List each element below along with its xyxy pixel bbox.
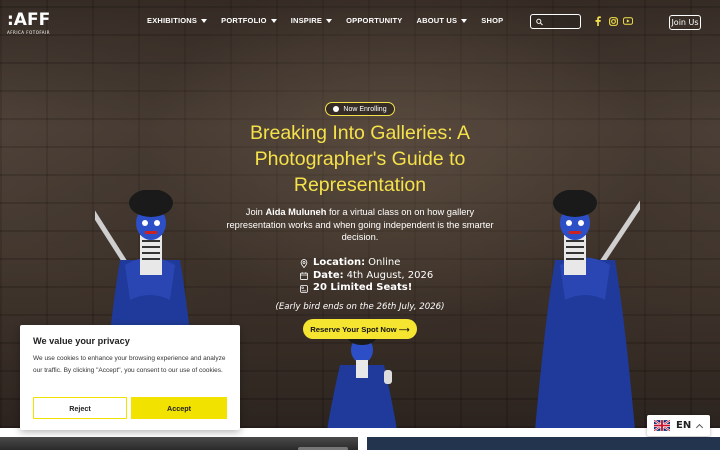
cookie-buttons: Reject Accept [33, 397, 227, 419]
detail-label: 20 Limited Seats! [313, 282, 413, 294]
hero-figure-right [535, 190, 640, 430]
logo-subtext: AFRICA FOTOFAIR [7, 30, 50, 35]
seats-icon [299, 284, 308, 293]
detail-location: Location: Online [299, 257, 433, 270]
content-card-left[interactable] [0, 437, 358, 450]
cookie-text: We use cookies to enhance your browsing … [33, 355, 226, 374]
top-navigation: :AFF AFRICA FOTOFAIR EXHIBITIONS PORTFOL… [0, 0, 720, 44]
menu-label: SHOP [481, 16, 504, 25]
site-logo[interactable]: :AFF AFRICA FOTOFAIR [7, 10, 57, 36]
facebook-icon[interactable] [592, 15, 604, 27]
detail-value: 4th August, 2026 [346, 269, 434, 281]
youtube-icon[interactable] [622, 15, 634, 27]
detail-label: Location: [313, 257, 366, 268]
menu-item-shop[interactable]: SHOP [481, 16, 503, 25]
cookie-title: We value your privacy [33, 336, 130, 346]
menu-item-exhibitions[interactable]: EXHIBITIONS [147, 16, 208, 25]
search-icon [536, 18, 543, 25]
language-code: EN [676, 420, 692, 431]
logo-text: :AFF [7, 10, 51, 30]
chevron-up-icon [696, 423, 704, 431]
cookie-consent-dialog: We value your privacy We use cookies to … [20, 325, 240, 430]
caret-down-icon [270, 18, 277, 23]
menu-label: EXHIBITIONS [147, 16, 198, 25]
instagram-icon[interactable] [607, 15, 619, 27]
badge-label: Now Enrolling [343, 105, 387, 113]
menu-label: INSPIRE [290, 16, 323, 25]
early-bird-note: (Early bird ends on the 26th July, 2026) [275, 302, 445, 312]
desc-prefix: Join [245, 207, 266, 217]
menu-item-inspire[interactable]: INSPIRE [290, 16, 333, 25]
main-menu: EXHIBITIONS PORTFOLIO INSPIRE OPPORTUNIT… [147, 16, 517, 25]
hero-description: Join Aida Muluneh for a virtual class on… [222, 206, 498, 244]
menu-item-portfolio[interactable]: PORTFOLIO [221, 16, 277, 25]
detail-label: Date: [313, 269, 344, 281]
detail-seats: 20 Limited Seats! [299, 282, 433, 295]
accept-button[interactable]: Accept [131, 397, 227, 419]
location-pin-icon [299, 259, 308, 268]
caret-down-icon [326, 18, 333, 23]
uk-flag-icon [654, 420, 670, 431]
detail-value: Online [368, 257, 401, 268]
search-input[interactable] [546, 18, 580, 25]
reject-button[interactable]: Reject [33, 397, 127, 419]
language-switcher[interactable]: EN [647, 415, 710, 436]
hero-title: Breaking Into Galleries: A Photographer'… [249, 122, 471, 196]
search-box[interactable] [530, 14, 581, 29]
menu-item-about-us[interactable]: ABOUT US [416, 16, 468, 25]
menu-item-opportunity[interactable]: OPPORTUNITY [346, 16, 402, 25]
menu-label: OPPORTUNITY [346, 16, 403, 25]
event-details: Location: Online Date: 4th August, 2026 … [299, 257, 433, 295]
content-card-right[interactable] [367, 437, 720, 450]
menu-label: PORTFOLIO [221, 16, 267, 25]
menu-label: ABOUT US [416, 16, 458, 25]
now-enrolling-badge: Now Enrolling [325, 102, 395, 116]
detail-date: Date: 4th August, 2026 [299, 270, 433, 283]
status-dot-icon [333, 106, 340, 112]
reserve-spot-button[interactable]: Reserve Your Spot Now ⟶ [303, 319, 417, 339]
join-us-button[interactable]: Join Us [669, 15, 701, 30]
caret-down-icon [201, 18, 208, 23]
caret-down-icon [461, 18, 468, 23]
instructor-name: Aida Muluneh [265, 207, 327, 217]
calendar-icon [299, 272, 308, 281]
